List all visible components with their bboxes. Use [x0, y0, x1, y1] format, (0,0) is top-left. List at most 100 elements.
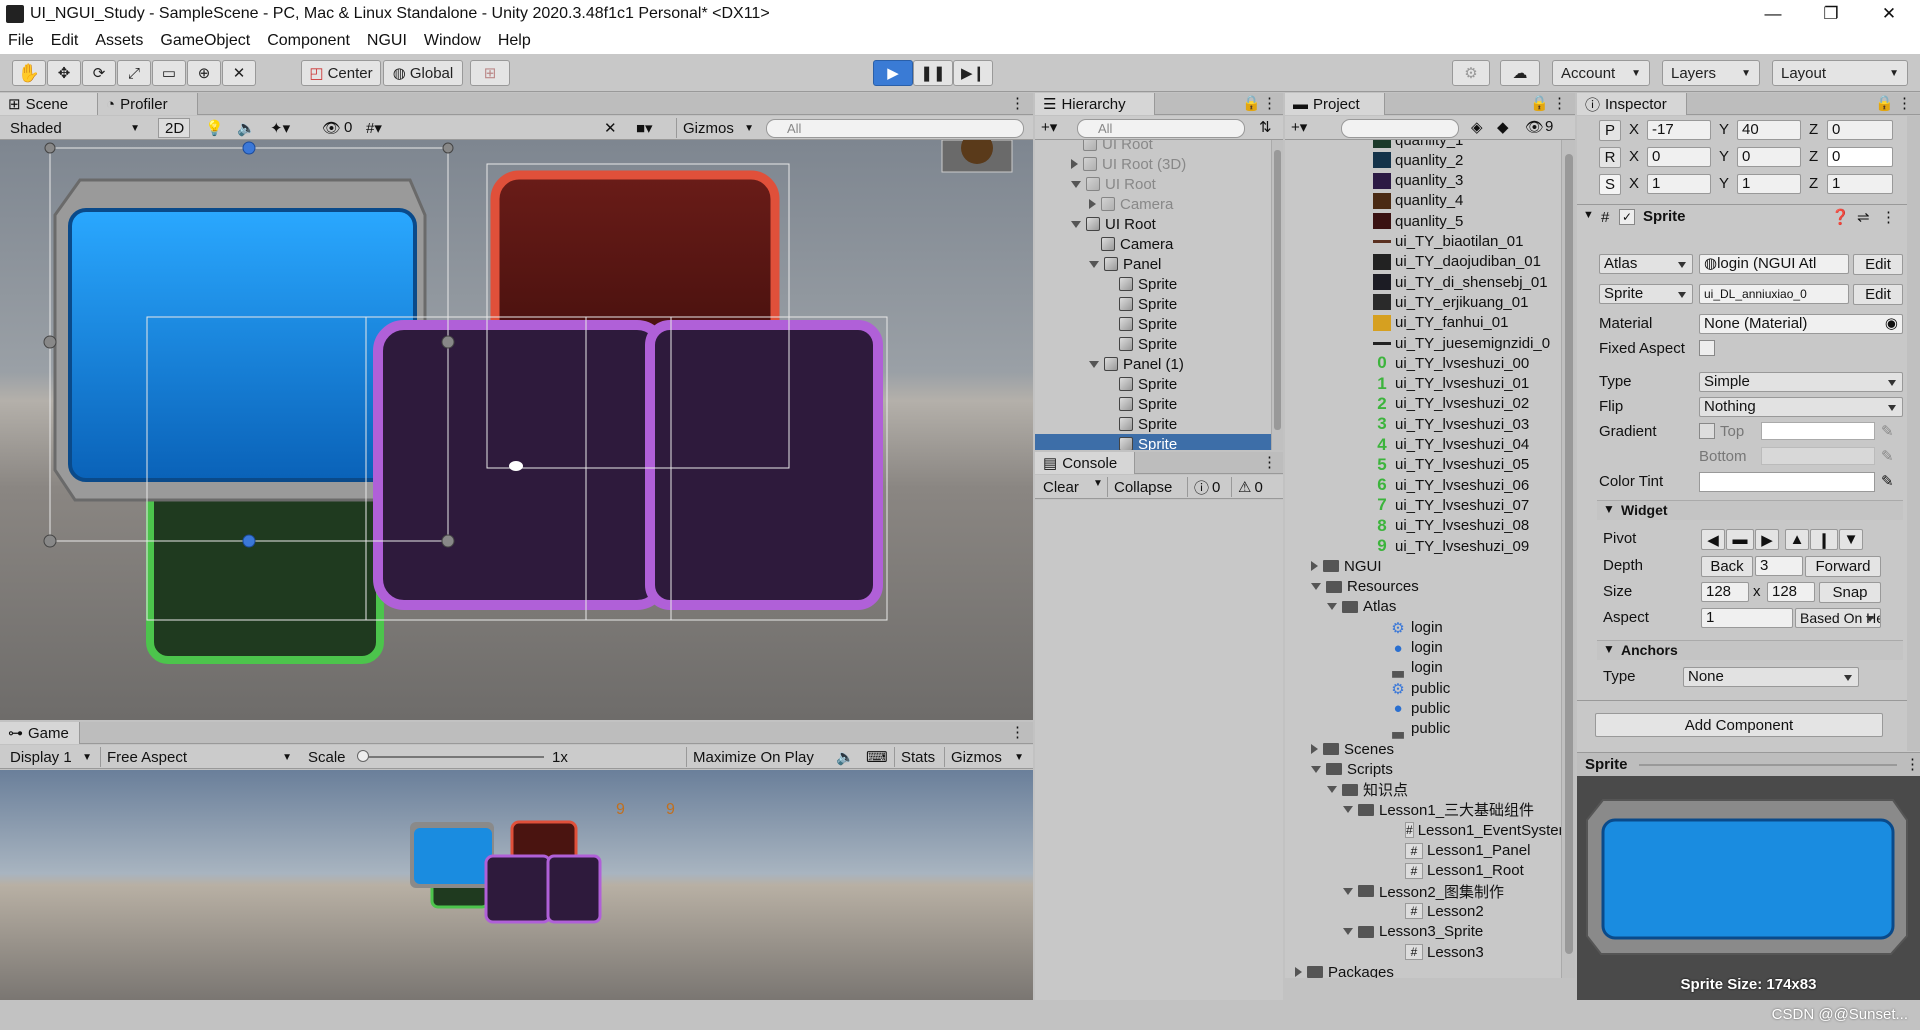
project-item[interactable]: 9 ui_TY_lvseshuzi_09 [1285, 536, 1561, 556]
hierarchy-item[interactable]: UI Root [1035, 214, 1271, 234]
project-item[interactable]: Lesson2_图集制作 [1285, 881, 1561, 901]
lock-icon[interactable]: 🔒 [1242, 94, 1261, 112]
cloud-icon[interactable]: ☁ [1500, 60, 1540, 86]
gradient-bottom-color[interactable] [1761, 447, 1875, 465]
eyedropper-icon[interactable]: ✎ [1881, 447, 1894, 465]
chevron-down-icon[interactable] [1089, 360, 1099, 368]
menu-help[interactable]: Help [490, 32, 540, 50]
lighting-icon[interactable]: 💡 [205, 119, 224, 137]
project-item[interactable]: Lesson3_Sprite [1285, 922, 1561, 942]
size-height-field[interactable]: 128 [1767, 582, 1815, 602]
project-item[interactable]: # Lesson1_Root [1285, 861, 1561, 881]
help-icon[interactable]: ❓ [1831, 208, 1850, 226]
mute-audio-icon[interactable]: 🔈 [836, 748, 855, 766]
tools-icon[interactable]: ✕ [604, 119, 617, 137]
scale-slider[interactable] [358, 756, 544, 758]
project-item[interactable]: ui_TY_fanhui_01 [1285, 313, 1561, 333]
menu-window[interactable]: Window [416, 32, 490, 50]
rotate-tool-icon[interactable]: ⟳ [82, 60, 116, 86]
chevron-down-icon[interactable] [1071, 220, 1081, 228]
project-item[interactable]: 4 ui_TY_lvseshuzi_04 [1285, 435, 1561, 455]
sprite-blue[interactable] [53, 178, 427, 502]
hierarchy-item[interactable]: Sprite [1035, 414, 1271, 434]
tab-profiler[interactable]: ◔ Profiler [98, 93, 198, 115]
hidden-packages-icon[interactable]: 👁 [1525, 118, 1544, 136]
project-item[interactable]: 2 ui_TY_lvseshuzi_02 [1285, 394, 1561, 414]
reset-rotation-button[interactable]: R [1599, 147, 1621, 168]
lock-icon[interactable]: 🔒 [1875, 94, 1894, 112]
filter-type-icon[interactable]: ◈ [1471, 118, 1483, 136]
create-plus-icon[interactable]: +▾ [1291, 118, 1307, 136]
atlas-object-field[interactable]: ◍login (NGUI Atl [1699, 254, 1849, 274]
sprite-name-field[interactable]: ui_DL_anniuxiao_0 [1699, 284, 1849, 304]
hierarchy-item[interactable]: UI Root [1035, 140, 1271, 154]
minimize-button[interactable]: — [1744, 0, 1802, 28]
project-item[interactable]: # Lesson1_EventSystem [1285, 820, 1571, 840]
tab-project[interactable]: ▬ Project [1285, 93, 1385, 115]
chevron-right-icon[interactable] [1311, 561, 1318, 572]
scale-tool-icon[interactable]: ⤢ [117, 60, 151, 86]
tab-inspector[interactable]: ⓘ Inspector [1577, 93, 1687, 115]
hierarchy-item[interactable]: UI Root [1035, 174, 1271, 194]
effects-icon[interactable]: ✦▾ [270, 119, 290, 137]
tab-scene[interactable]: ⊞ Scene [0, 93, 98, 115]
display-dropdown[interactable]: Display 1 ▼ [4, 747, 96, 767]
type-dropdown[interactable]: Simple [1699, 372, 1903, 392]
game-viewport[interactable]: 9 9 [0, 770, 1033, 1000]
pivot-right-button[interactable]: ▶ [1755, 529, 1779, 550]
project-item[interactable]: ui_TY_biaotilan_01 [1285, 232, 1561, 252]
depth-forward-button[interactable]: Forward [1805, 556, 1881, 577]
rotation-x-field[interactable]: 0 [1647, 147, 1711, 167]
position-x-field[interactable]: -17 [1647, 120, 1711, 140]
inspector-scrollbar[interactable] [1907, 116, 1920, 751]
menu-ngui[interactable]: NGUI [359, 32, 416, 50]
panel-menu-icon[interactable]: ⋮ [1552, 94, 1567, 112]
add-component-button[interactable]: Add Component [1595, 713, 1883, 737]
game-gizmos-dropdown[interactable]: Gizmos ▼ [944, 747, 1028, 767]
menu-edit[interactable]: Edit [43, 32, 88, 50]
sort-icon[interactable]: ⇅ [1259, 118, 1272, 136]
menu-gameobject[interactable]: GameObject [152, 32, 259, 50]
snap-button[interactable]: Snap [1819, 582, 1881, 603]
project-item[interactable]: Lesson1_三大基础组件 [1285, 800, 1561, 820]
collapse-button[interactable]: Collapse [1107, 477, 1185, 497]
material-field[interactable]: None (Material) ◉ [1699, 314, 1903, 334]
chevron-right-icon[interactable] [1311, 744, 1318, 754]
atlas-type-dropdown[interactable]: Atlas [1599, 254, 1693, 274]
project-item[interactable]: 0 ui_TY_lvseshuzi_00 [1285, 353, 1561, 373]
hierarchy-item[interactable]: Sprite [1035, 434, 1271, 450]
component-menu-icon[interactable]: ⋮ [1881, 208, 1896, 226]
eyedropper-icon[interactable]: ✎ [1881, 472, 1894, 490]
clear-options-chevron-icon[interactable]: ▼ [1093, 478, 1103, 489]
project-item[interactable]: quanlity_4 [1285, 191, 1561, 211]
hierarchy-search-input[interactable]: All [1077, 119, 1245, 138]
project-item[interactable]: 1 ui_TY_lvseshuzi_01 [1285, 374, 1561, 394]
project-search-input[interactable] [1341, 119, 1459, 138]
fixed-aspect-checkbox[interactable] [1699, 340, 1715, 356]
hierarchy-item[interactable]: Panel (1) [1035, 354, 1271, 374]
pivot-center-h-button[interactable]: ▬ [1726, 529, 1754, 550]
hierarchy-item[interactable]: Sprite [1035, 334, 1271, 354]
project-item[interactable]: Scenes [1285, 739, 1561, 759]
audio-icon[interactable]: 🔈 [237, 119, 256, 137]
sprite-component-header[interactable]: ▼ # ✓ Sprite ❓ ⇌ ⋮ [1577, 206, 1920, 230]
hierarchy-item[interactable]: UI Root (3D) [1035, 154, 1271, 174]
project-item[interactable]: 5 ui_TY_lvseshuzi_05 [1285, 455, 1561, 475]
project-item[interactable]: Packages [1285, 962, 1561, 978]
chevron-right-icon[interactable] [1295, 967, 1302, 978]
info-filter-toggle[interactable]: ⓘ 0 [1187, 477, 1229, 497]
hierarchy-item[interactable]: Sprite [1035, 274, 1271, 294]
project-item[interactable]: ui_TY_juesemignzidi_0 [1285, 333, 1561, 353]
aspect-mode-dropdown[interactable]: Based On Hei [1795, 608, 1881, 628]
project-item[interactable]: # Lesson2 [1285, 901, 1561, 921]
project-item[interactable]: quanlity_3 [1285, 171, 1561, 191]
custom-tool-icon[interactable]: ✕ [222, 60, 256, 86]
lock-icon[interactable]: 🔒 [1530, 94, 1549, 112]
project-item[interactable]: ui_TY_erjikuang_01 [1285, 292, 1561, 312]
flip-dropdown[interactable]: Nothing [1699, 397, 1903, 417]
eyedropper-icon[interactable]: ✎ [1881, 422, 1894, 440]
project-item[interactable]: Scripts [1285, 759, 1561, 779]
size-width-field[interactable]: 128 [1701, 582, 1749, 602]
atlas-edit-button[interactable]: Edit [1853, 254, 1903, 275]
step-button[interactable]: ▶❙ [953, 60, 993, 86]
